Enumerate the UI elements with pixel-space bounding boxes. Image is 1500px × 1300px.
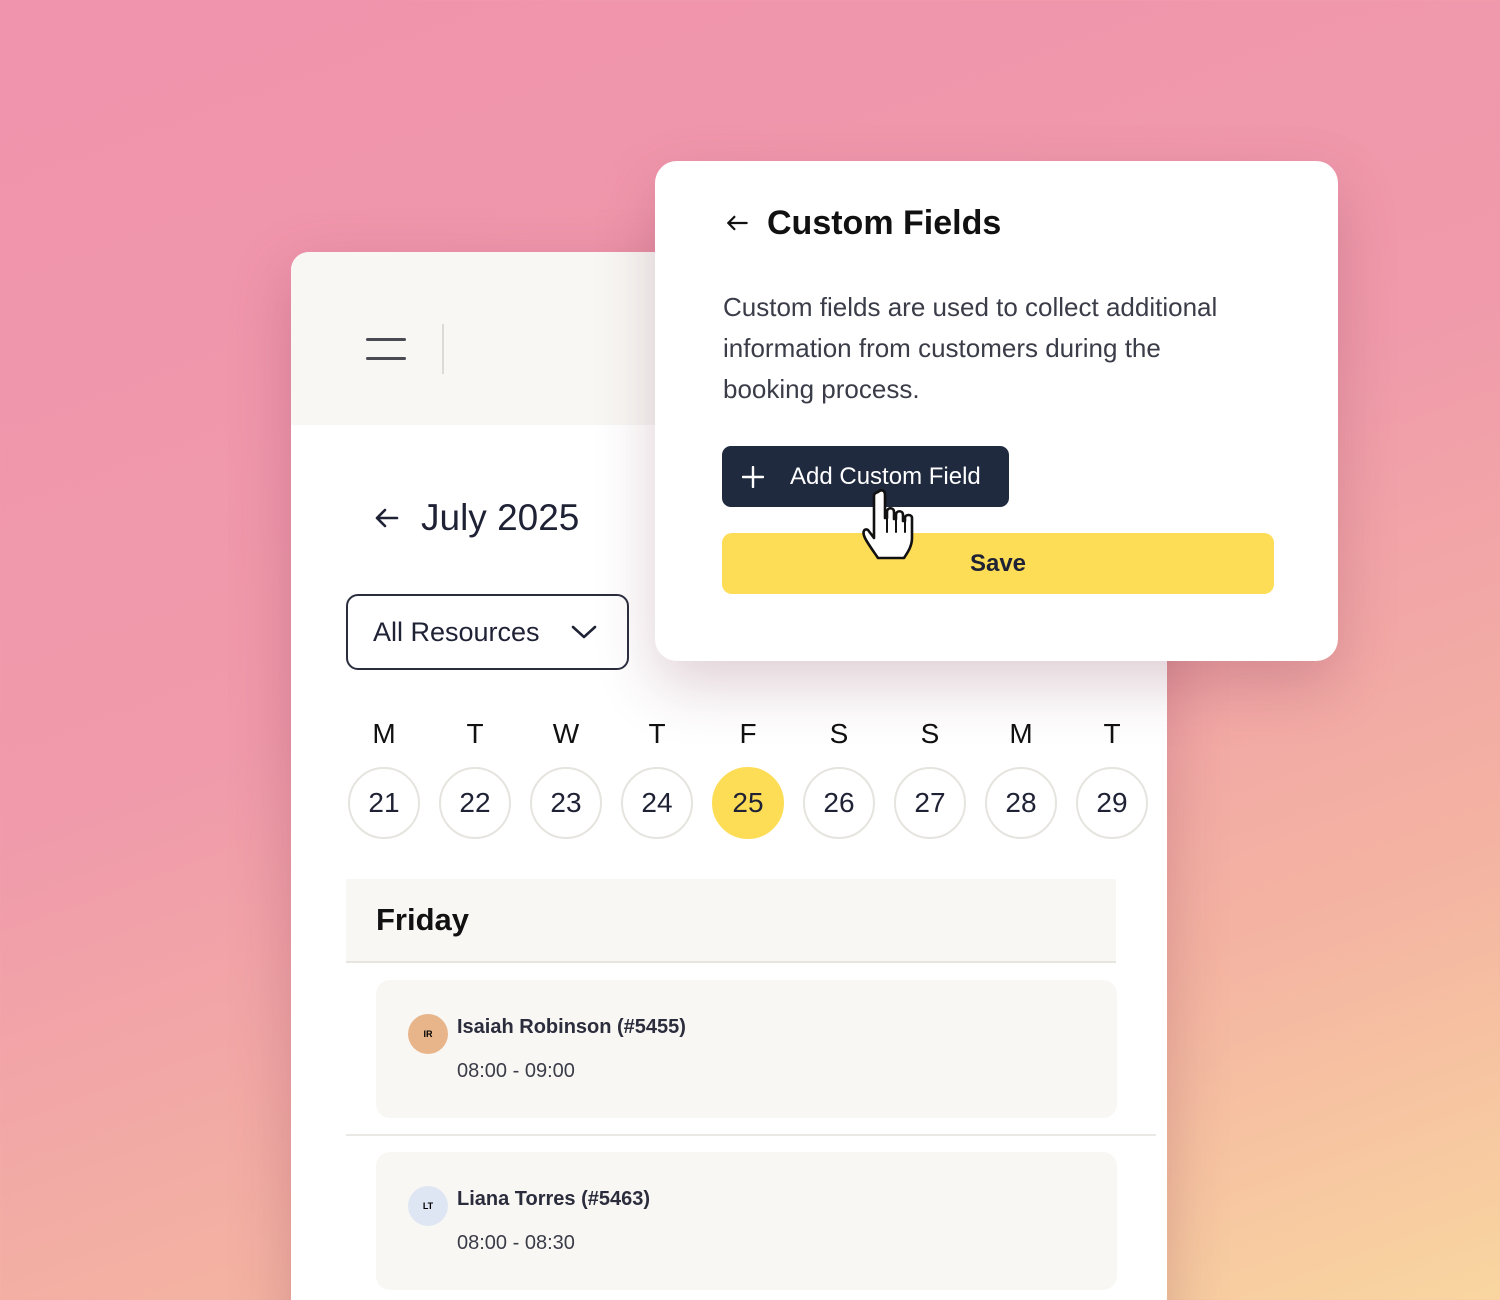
weekday-label: F	[739, 718, 757, 749]
weekday-label: W	[552, 718, 580, 749]
date-25[interactable]: 25	[712, 767, 784, 839]
date-26[interactable]: 26	[803, 767, 875, 839]
weekday-labels: M T W T F S S M T	[348, 712, 1167, 756]
booking-time: 08:00 - 09:00	[457, 1060, 575, 1082]
weekday-label: M	[1009, 718, 1033, 749]
date-27[interactable]: 27	[894, 767, 966, 839]
custom-fields-description: Custom fields are used to collect additi…	[723, 292, 1218, 404]
month-title: July 2025	[421, 497, 580, 538]
weekday-label: T	[648, 718, 666, 749]
date-28[interactable]: 28	[985, 767, 1057, 839]
booking-customer-name: Liana Torres (#5463)	[457, 1188, 651, 1210]
booking-divider	[346, 1134, 1156, 1136]
date-21[interactable]: 21	[348, 767, 420, 839]
custom-fields-card: Custom Fields Custom fields are used to …	[655, 161, 1338, 661]
resources-dropdown-value: All Resources	[373, 616, 540, 647]
day-heading: Friday	[346, 879, 1116, 963]
save-button[interactable]: Save	[722, 533, 1274, 594]
hand-pointer-cursor-icon	[862, 489, 914, 560]
arrow-left-icon[interactable]	[371, 502, 403, 534]
weekday-label: T	[466, 718, 484, 749]
avatar: IR	[408, 1014, 448, 1054]
date-23[interactable]: 23	[530, 767, 602, 839]
chevron-down-icon	[571, 625, 597, 639]
weekday-label: S	[920, 718, 940, 749]
custom-fields-header: Custom Fields	[723, 201, 1001, 245]
plus-icon	[742, 465, 764, 488]
booking-card[interactable]: IR Isaiah Robinson (#5455) 08:00 - 09:00	[376, 980, 1117, 1118]
resources-dropdown[interactable]: All Resources	[346, 594, 629, 670]
booking-card[interactable]: LT Liana Torres (#5463) 08:00 - 08:30	[376, 1152, 1117, 1290]
arrow-left-icon[interactable]	[723, 209, 751, 237]
booking-time: 08:00 - 08:30	[457, 1232, 575, 1254]
date-strip: 21 22 23 24 25 26 27 28 29	[348, 767, 1167, 841]
date-24[interactable]: 24	[621, 767, 693, 839]
header-divider	[442, 324, 444, 374]
booking-customer-name: Isaiah Robinson (#5455)	[457, 1016, 686, 1038]
date-29[interactable]: 29	[1076, 767, 1148, 839]
weekday-label: M	[372, 718, 396, 749]
add-custom-field-label: Add Custom Field	[790, 462, 981, 490]
weekday-label: S	[829, 718, 849, 749]
date-22[interactable]: 22	[439, 767, 511, 839]
hamburger-icon[interactable]	[366, 338, 406, 360]
custom-fields-title: Custom Fields	[767, 203, 1002, 242]
weekday-label: T	[1103, 718, 1121, 749]
month-navigation: July 2025	[371, 493, 579, 543]
avatar: LT	[408, 1186, 448, 1226]
